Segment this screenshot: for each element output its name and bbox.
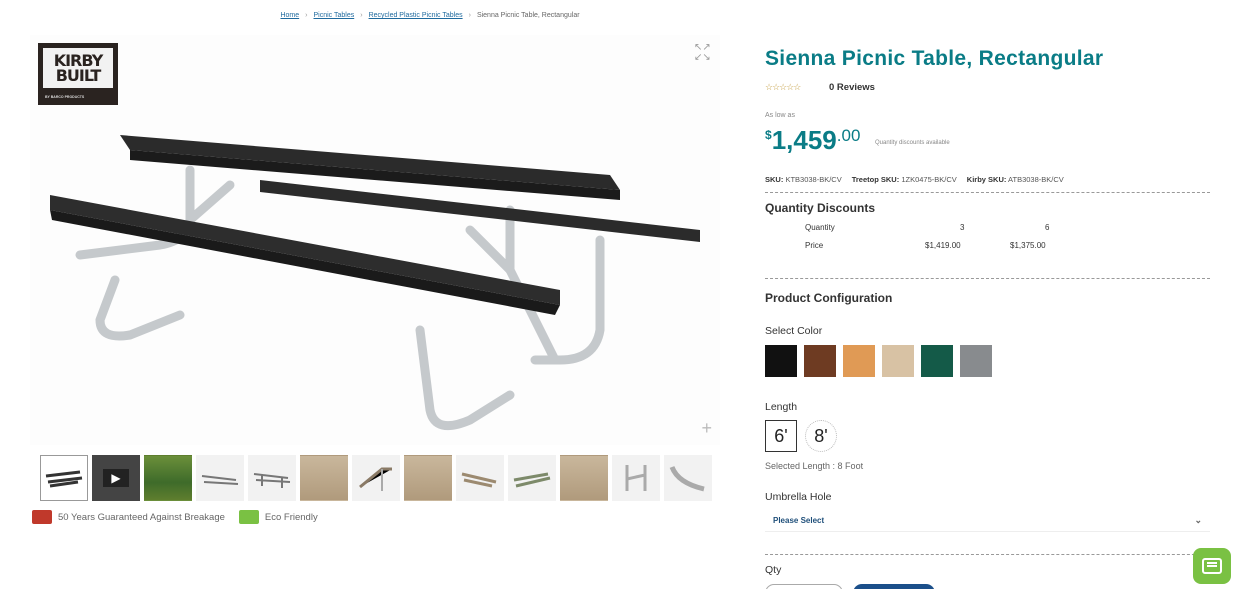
color-swatch-green[interactable] [921,345,953,377]
thumbnail-5[interactable] [248,455,296,501]
sku: SKU: KTB3038-BK/CV [765,175,842,184]
thumbnail-11[interactable] [560,455,608,501]
thumbnail-video[interactable]: ▶ [92,455,140,501]
bench-front-side [50,210,560,315]
discount-note: Quantity discounts available [875,140,950,146]
thumbnail-13[interactable] [664,455,712,501]
thumbnail-9[interactable] [456,455,504,501]
play-icon: ▶ [103,469,129,487]
treetop-sku: Treetop SKU: 1ZK0475-BK/CV [852,175,957,184]
umbrella-hole-value: Please Select [773,516,825,525]
guarantee-label: 50 Years Guaranteed Against Breakage [58,511,225,523]
fullscreen-icon[interactable]: ↖↗ ↙↘ [694,43,714,63]
thumbnail-1[interactable] [40,455,88,501]
breadcrumb-separator: › [468,12,471,19]
product-title: Sienna Picnic Table, Rectangular [765,47,1104,70]
breadcrumb: Home › Picnic Tables › Recycled Plastic … [0,12,860,19]
guarantee-badge: 50 Years Guaranteed Against Breakage [32,510,225,524]
logo-line2: BUILT [55,66,102,85]
price-tier-2: $1,375.00 [1010,241,1046,250]
quantity-discounts-title: Quantity Discounts [765,201,876,215]
breadcrumb-home[interactable]: Home [280,12,299,19]
length-options: 6' 8' [765,420,837,452]
product-price: $1,459.00 [765,125,860,156]
bench-back [260,180,700,242]
thumbnail-10[interactable] [508,455,556,501]
length-option-8ft[interactable]: 8' [805,420,837,452]
leaf-icon [238,510,259,524]
product-configuration-title: Product Configuration [765,291,893,305]
as-low-as-label: As low as [765,112,795,119]
qty-tier-1: 3 [960,223,965,232]
color-swatch-gray[interactable] [960,345,992,377]
product-main-image [50,135,700,431]
product-image-gallery: KIRBY BUILT BY BARCO PRODUCTS ↖↗ ↙↘ + [30,35,720,445]
qty-label: Qty [765,564,782,576]
umbrella-hole-select[interactable]: Please Select ⌄ [765,510,1210,532]
sku-row: SKU: KTB3038-BK/CV Treetop SKU: 1ZK0475-… [765,175,1064,184]
price-tier-1: $1,419.00 [925,241,961,250]
kirby-sku-value: ATB3038-BK/CV [1008,175,1064,184]
price-currency: $ [765,128,772,142]
selected-length: Selected Length : 8 Foot [765,461,864,471]
price-whole: 1,459 [771,125,837,155]
kirby-sku-label: Kirby SKU: [966,175,1007,184]
price-label: Price [805,241,824,250]
color-swatches [765,345,992,377]
chat-button[interactable] [1193,548,1231,584]
product-info-panel: Sienna Picnic Table, Rectangular ☆☆☆☆☆ 0… [757,38,1217,589]
product-badges: 50 Years Guaranteed Against Breakage Eco… [32,510,318,524]
thumbnail-4[interactable] [196,455,244,501]
select-color-label: Select Color [765,325,823,337]
thumbnail-8[interactable] [404,455,452,501]
breadcrumb-current: Sienna Picnic Table, Rectangular [476,12,580,19]
color-swatch-brown[interactable] [804,345,836,377]
star-rating-icon[interactable]: ☆☆☆☆☆ [765,82,801,93]
price-cents: .00 [836,126,861,145]
sku-value: KTB3038-BK/CV [785,175,842,184]
thumbnail-6[interactable] [300,455,348,501]
divider [765,192,1210,193]
breadcrumb-separator: › [360,12,363,19]
color-swatch-black[interactable] [765,345,797,377]
chevron-down-icon: ⌄ [1194,515,1202,525]
treetop-sku-value: 1ZK0475-BK/CV [901,175,957,184]
sku-label: SKU: [765,175,784,184]
umbrella-hole-label: Umbrella Hole [765,491,832,503]
eco-badge: Eco Friendly [238,510,318,524]
quantity-stepper[interactable] [765,584,843,589]
qty-label: Quantity [805,223,835,232]
chat-icon [1202,558,1222,574]
treetop-sku-label: Treetop SKU: [851,175,900,184]
reviews-link[interactable]: 0 Reviews [829,82,875,93]
thumbnail-strip: ▶ [40,455,712,501]
thumbnail-3[interactable] [144,455,192,501]
kirby-sku: Kirby SKU: ATB3038-BK/CV [967,175,1064,184]
breadcrumb-separator: › [305,12,308,19]
thumbnail-12[interactable] [612,455,660,501]
add-to-cart-button[interactable] [853,584,935,589]
breadcrumb-recycled-plastic[interactable]: Recycled Plastic Picnic Tables [369,12,463,19]
breadcrumb-picnic-tables[interactable]: Picnic Tables [313,12,354,19]
color-swatch-cedar[interactable] [843,345,875,377]
divider [765,554,1210,555]
thumbnail-7[interactable] [352,455,400,501]
length-label: Length [765,401,798,413]
color-swatch-sand[interactable] [882,345,914,377]
qty-tier-2: 6 [1045,223,1050,232]
eco-label: Eco Friendly [264,511,318,523]
shield-icon [32,510,52,524]
divider [765,278,1210,279]
length-option-6ft[interactable]: 6' [765,420,797,452]
